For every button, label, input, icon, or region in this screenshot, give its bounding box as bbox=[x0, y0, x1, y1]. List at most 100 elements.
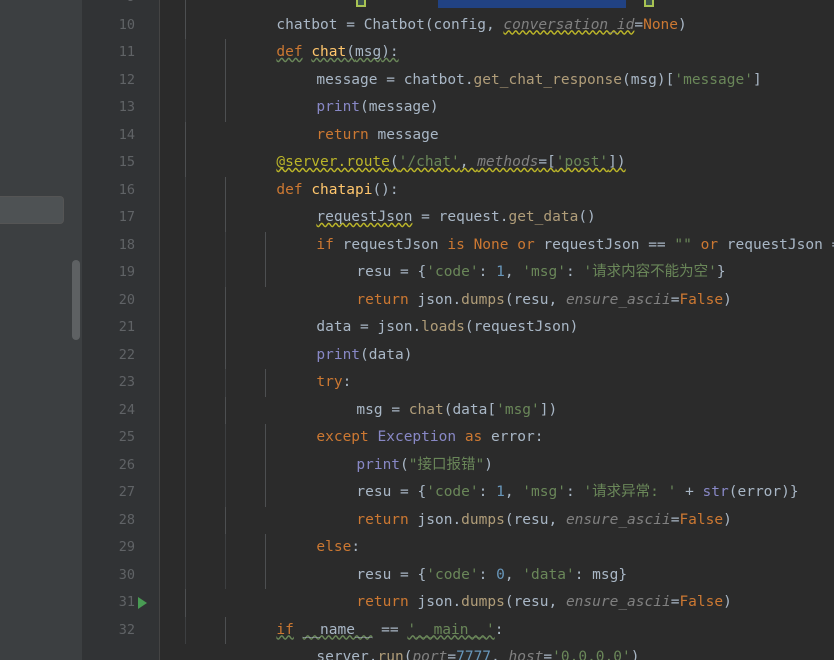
code-line[interactable]: except Exception as error: bbox=[160, 397, 834, 425]
code-line[interactable]: def chat(msg): bbox=[160, 12, 834, 40]
line-number: 15 bbox=[82, 149, 159, 177]
indent-guide bbox=[225, 507, 226, 535]
code-line[interactable]: if requestJson is None or requestJson ==… bbox=[160, 204, 834, 232]
indent-guide bbox=[185, 479, 186, 507]
indent-guide bbox=[185, 0, 186, 12]
code-line[interactable]: data = json.loads(requestJson) bbox=[160, 287, 834, 315]
line-number: 32 bbox=[82, 617, 159, 645]
indent-guide bbox=[225, 314, 226, 342]
code-line[interactable]: resu = {'code': 1, 'msg': '请求异常: ' + str… bbox=[160, 452, 834, 480]
code-line[interactable]: server.run(port=7777, host='0.0.0.0') bbox=[160, 617, 834, 645]
scrollbar-vertical[interactable] bbox=[70, 0, 82, 660]
code-line[interactable]: return message bbox=[160, 94, 834, 122]
indent-guide bbox=[185, 67, 186, 95]
code-line[interactable]: return json.dumps(resu, ensure_ascii=Fal… bbox=[160, 259, 834, 287]
indent-guide bbox=[185, 177, 186, 205]
indent-guide bbox=[185, 259, 186, 287]
indent-guide bbox=[185, 397, 186, 425]
indent-guide bbox=[225, 479, 226, 507]
run-icon[interactable] bbox=[138, 597, 147, 609]
line-number: 17 bbox=[82, 204, 159, 232]
indent-guide bbox=[185, 424, 186, 452]
code-line[interactable]: message = chatbot.get_chat_response(msg)… bbox=[160, 39, 834, 67]
indent-guide bbox=[225, 562, 226, 590]
indent-guide bbox=[225, 617, 226, 645]
code-line[interactable]: print(data) bbox=[160, 314, 834, 342]
indent-guide bbox=[265, 232, 266, 260]
line-number: 25 bbox=[82, 424, 159, 452]
indent-guide bbox=[185, 369, 186, 397]
code-line[interactable]: msg = chat(data['msg']) bbox=[160, 369, 834, 397]
matching-brace-highlight bbox=[356, 0, 366, 7]
indent-guide bbox=[265, 369, 266, 397]
line-number: 26 bbox=[82, 452, 159, 480]
code-line[interactable]: resu = {'code': 1, 'msg': '请求内容不能为空'} bbox=[160, 232, 834, 260]
indent-guide bbox=[265, 452, 266, 480]
code-line[interactable]: return json.dumps(resu, ensure_ascii=Fal… bbox=[160, 479, 834, 507]
indent-guide bbox=[225, 452, 226, 480]
line-number: 10 bbox=[82, 12, 159, 40]
indent-guide bbox=[225, 39, 226, 67]
line-number: 12 bbox=[82, 67, 159, 95]
code-line[interactable]: def chatapi(): bbox=[160, 149, 834, 177]
line-gutter: 9101112131415161718192021222324252627282… bbox=[82, 0, 160, 660]
line-number: 21 bbox=[82, 314, 159, 342]
indent-guide bbox=[225, 342, 226, 370]
indent-guide bbox=[185, 204, 186, 232]
indent-guide bbox=[185, 232, 186, 260]
indent-guide bbox=[185, 287, 186, 315]
line-number: 22 bbox=[82, 342, 159, 370]
indent-guide bbox=[225, 177, 226, 205]
indent-guide bbox=[225, 204, 226, 232]
indent-guide bbox=[265, 562, 266, 590]
code-line[interactable]: print("接口报错") bbox=[160, 424, 834, 452]
code-line[interactable]: try: bbox=[160, 342, 834, 370]
line-number: 13 bbox=[82, 94, 159, 122]
indent-guide bbox=[185, 589, 186, 617]
indent-guide bbox=[265, 534, 266, 562]
indent-guide bbox=[185, 507, 186, 535]
indent-guide bbox=[225, 94, 226, 122]
indent-guide bbox=[225, 534, 226, 562]
line-number: 29 bbox=[82, 534, 159, 562]
code-line[interactable]: if __name__ == '__main__': bbox=[160, 589, 834, 617]
code-editor[interactable]: 9101112131415161718192021222324252627282… bbox=[82, 0, 834, 660]
line-number: 16 bbox=[82, 177, 159, 205]
indent-guide bbox=[185, 39, 186, 67]
sidebar-tool-tab[interactable] bbox=[0, 196, 64, 224]
code-area[interactable]: chatbot = Chatbot(config, conversation_i… bbox=[160, 0, 834, 660]
indent-guide bbox=[185, 342, 186, 370]
indent-guide bbox=[265, 424, 266, 452]
code-line[interactable]: return json.dumps(resu, ensure_ascii=Fal… bbox=[160, 562, 834, 590]
code-line[interactable]: print(message) bbox=[160, 67, 834, 95]
code-line[interactable]: chatbot = Chatbot(config, conversation_i… bbox=[160, 0, 834, 12]
line-number: 23 bbox=[82, 369, 159, 397]
indent-guide bbox=[185, 452, 186, 480]
line-number: 20 bbox=[82, 287, 159, 315]
indent-guide bbox=[225, 67, 226, 95]
indent-guide bbox=[185, 12, 186, 40]
line-number: 9 bbox=[82, 0, 159, 12]
indent-guide bbox=[185, 314, 186, 342]
line-number: 30 bbox=[82, 562, 159, 590]
line-number: 18 bbox=[82, 232, 159, 260]
code-line[interactable]: else: bbox=[160, 507, 834, 535]
scrollbar-thumb[interactable] bbox=[72, 260, 80, 340]
indent-guide bbox=[185, 562, 186, 590]
line-number: 27 bbox=[82, 479, 159, 507]
indent-guide bbox=[225, 369, 226, 397]
indent-guide bbox=[225, 397, 226, 425]
indent-guide bbox=[265, 259, 266, 287]
matching-brace-highlight bbox=[644, 0, 654, 7]
code-line[interactable]: @server.route('/chat', methods=['post']) bbox=[160, 122, 834, 150]
line-number: 24 bbox=[82, 397, 159, 425]
indent-guide bbox=[225, 259, 226, 287]
line-number: 28 bbox=[82, 507, 159, 535]
indent-guide bbox=[225, 287, 226, 315]
indent-guide bbox=[225, 232, 226, 260]
line-number: 11 bbox=[82, 39, 159, 67]
code-line[interactable]: resu = {'code': 0, 'data': msg} bbox=[160, 534, 834, 562]
indent-guide bbox=[185, 94, 186, 122]
line-number: 19 bbox=[82, 259, 159, 287]
code-line[interactable]: requestJson = request.get_data() bbox=[160, 177, 834, 205]
